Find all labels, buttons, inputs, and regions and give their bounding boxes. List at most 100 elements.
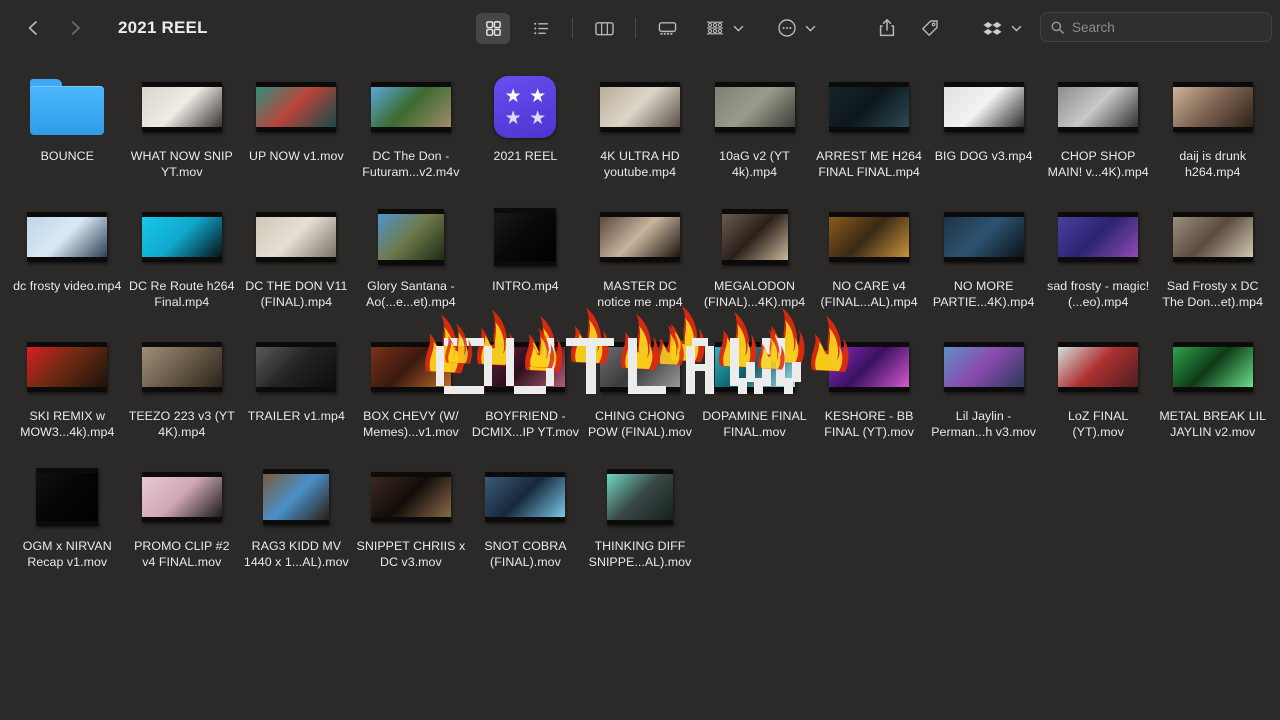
file-item[interactable]: TRAILER v1.mp4 [239,322,354,452]
more-actions-control[interactable] [772,12,816,44]
view-mode-gallery[interactable] [650,13,684,44]
file-item[interactable]: dc frosty video.mp4 [10,192,125,322]
file-thumbnail [354,200,469,274]
file-item[interactable]: MASTER DC notice me .mp4 [583,192,698,322]
group-by-chevron[interactable] [733,24,744,33]
file-item[interactable]: KESHORE - BB FINAL (YT).mov [812,322,927,452]
file-item[interactable]: DOPAMINE FINAL FINAL.mov [697,322,812,452]
file-item[interactable]: 4K ULTRA HD youtube.mp4 [583,62,698,192]
file-item[interactable]: LoZ FINAL (YT).mov [1041,322,1156,452]
file-name-label: 4K ULTRA HD youtube.mp4 [600,149,680,179]
file-item[interactable]: Glory Santana - Ao(...e...et).mp4 [354,192,469,322]
file-item[interactable]: NO CARE v4 (FINAL...AL).mp4 [812,192,927,322]
file-thumbnail [10,460,125,534]
file-thumbnail [926,200,1041,274]
share-control[interactable] [872,12,902,44]
file-name-label: Lil Jaylin - Perman...h v3.mov [931,409,1037,439]
file-name-label: CHOP SHOP MAIN! v...4K).mp4 [1047,149,1149,179]
share-button[interactable] [872,14,902,42]
file-item[interactable]: METAL BREAK LIL JAYLIN v2.mov [1155,322,1270,452]
file-thumbnail [354,70,469,144]
file-item[interactable]: BOYFRIEND - DCMIX...IP YT.mov [468,322,583,452]
file-item[interactable]: DC THE DON V11 (FINAL).mp4 [239,192,354,322]
file-name-label: BOUNCE [40,149,94,163]
file-item[interactable]: Lil Jaylin - Perman...h v3.mov [926,322,1041,452]
video-thumbnail [714,82,795,132]
video-thumbnail [1058,342,1139,392]
file-item[interactable]: ★ ★ ★ ★ 2021 REEL [468,62,583,192]
video-thumbnail [829,342,910,392]
file-item[interactable]: SKI REMIX w MOW3...4k).mp4 [10,322,125,452]
back-button[interactable] [22,17,44,39]
video-thumbnail [27,212,108,262]
file-item[interactable]: THINKING DIFF SNIPPE...AL).mov [583,452,698,582]
file-name-label: MEGALODON (FINAL)...4K).mp4 [703,279,806,309]
file-name-label: DOPAMINE FINAL FINAL.mov [702,409,807,439]
file-item[interactable]: SNIPPET CHRIIS x DC v3.mov [354,452,469,582]
file-item[interactable]: DC Re Route h264 Final.mp4 [125,192,240,322]
file-item[interactable]: CHOP SHOP MAIN! v...4K).mp4 [1041,62,1156,192]
view-mode-column[interactable] [587,13,621,44]
file-item[interactable]: MEGALODON (FINAL)...4K).mp4 [697,192,812,322]
file-thumbnail [354,330,469,404]
file-item[interactable]: NO MORE PARTIE...4K).mp4 [926,192,1041,322]
more-actions-button[interactable] [772,14,802,42]
file-item[interactable]: INTRO.mp4 [468,192,583,322]
file-item[interactable]: UP NOW v1.mov [239,62,354,192]
file-thumbnail [1155,70,1270,144]
file-name-label: WHAT NOW SNIP YT.mov [130,149,233,179]
file-name-label: OGM x NIRVAN Recap v1.mov [22,539,112,569]
dropbox-control[interactable] [978,12,1022,44]
file-name-label: BOYFRIEND - DCMIX...IP YT.mov [471,409,579,439]
dropbox-chevron[interactable] [1011,24,1022,33]
gallery-view-icon [658,21,676,35]
file-item[interactable]: Sad Frosty x DC The Don...et).mp4 [1155,192,1270,322]
more-actions-chevron[interactable] [805,24,816,33]
file-name-label: KESHORE - BB FINAL (YT).mov [824,409,914,439]
file-item[interactable]: sad frosty - magic! (...eo).mp4 [1041,192,1156,322]
file-item[interactable]: BIG DOG v3.mp4 [926,62,1041,192]
file-item[interactable]: WHAT NOW SNIP YT.mov [125,62,240,192]
video-thumbnail [714,342,795,392]
file-name-label: METAL BREAK LIL JAYLIN v2.mov [1159,409,1267,439]
forward-button[interactable] [64,17,86,39]
file-name-label: TEEZO 223 v3 (YT 4K).mp4 [128,409,235,439]
search-field[interactable] [1040,12,1272,42]
view-mode-icon[interactable] [476,12,510,44]
file-item[interactable]: DC The Don - Futuram...v2.m4v [354,62,469,192]
file-name-label: ARREST ME H264 FINAL FINAL.mp4 [816,149,922,179]
file-item[interactable]: CHING CHONG POW (FINAL).mov [583,322,698,452]
chevron-right-icon [71,21,80,35]
file-name-label: PROMO CLIP #2 v4 FINAL.mov [134,539,230,569]
file-grid-area: BOUNCE WHAT NOW SNIP YT.mov UP NOW v1.mov D… [0,56,1280,720]
file-item[interactable]: 10aG v2 (YT 4k).mp4 [697,62,812,192]
file-thumbnail [583,460,698,534]
file-item[interactable]: BOUNCE [10,62,125,192]
file-item[interactable]: RAG3 KIDD MV 1440 x 1...AL).mov [239,452,354,582]
file-name-label: DC Re Route h264 Final.mp4 [129,279,235,309]
file-name-label: Glory Santana - Ao(...e...et).mp4 [366,279,456,309]
tags-control[interactable] [915,12,945,44]
search-input[interactable] [1072,19,1262,35]
file-item[interactable]: BOX CHEVY (W/ Memes)...v1.mov [354,322,469,452]
dropbox-icon [983,22,1002,35]
group-by-button[interactable] [700,14,730,42]
video-thumbnail [1058,82,1139,132]
share-icon [879,19,895,37]
search-icon [1050,20,1065,35]
toolbar-divider-2 [635,18,636,38]
file-thumbnail [1155,330,1270,404]
tags-button[interactable] [915,14,945,42]
file-thumbnail [812,70,927,144]
view-mode-list[interactable] [524,13,558,44]
file-item[interactable]: PROMO CLIP #2 v4 FINAL.mov [125,452,240,582]
video-thumbnail [494,208,557,266]
file-item[interactable]: ARREST ME H264 FINAL FINAL.mp4 [812,62,927,192]
file-item[interactable]: daij is drunk h264.mp4 [1155,62,1270,192]
group-by-control[interactable] [700,12,744,44]
file-thumbnail [125,200,240,274]
file-item[interactable]: TEEZO 223 v3 (YT 4K).mp4 [125,322,240,452]
file-item[interactable]: SNOT COBRA (FINAL).mov [468,452,583,582]
file-item[interactable]: OGM x NIRVAN Recap v1.mov [10,452,125,582]
dropbox-button[interactable] [978,14,1008,42]
